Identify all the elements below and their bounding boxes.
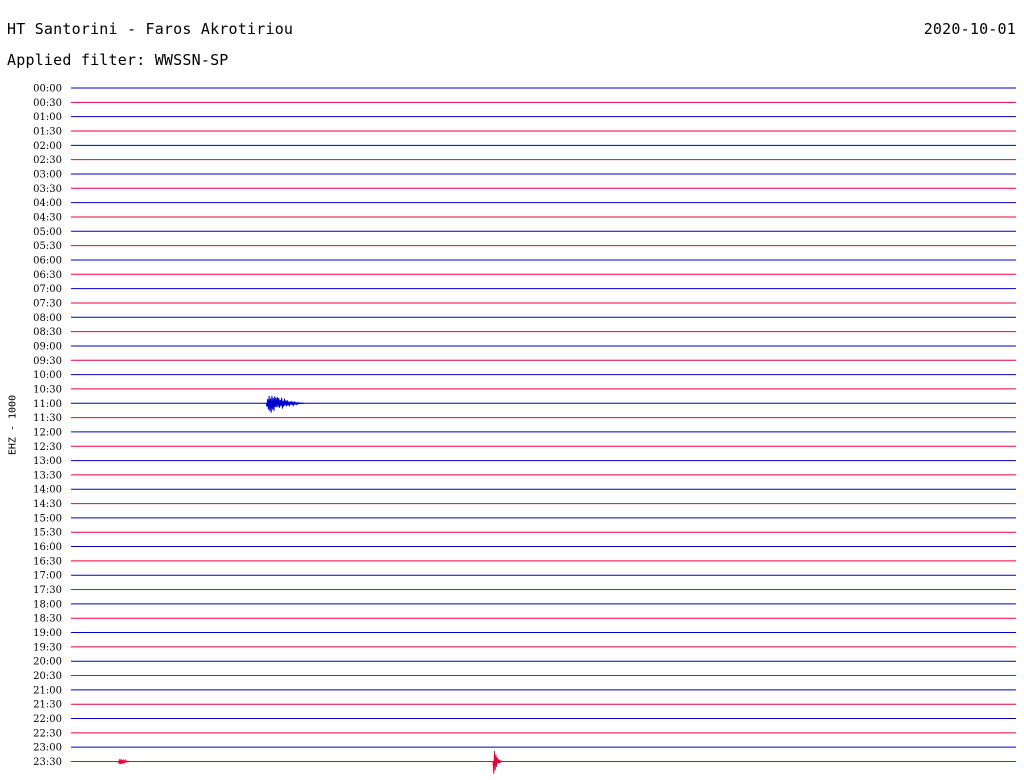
- tick-label: 07:30: [33, 298, 62, 309]
- tick-label: 05:00: [33, 227, 62, 238]
- tick-label: 10:00: [33, 370, 62, 381]
- tick-label: 11:30: [33, 413, 62, 424]
- tick-label: 21:30: [33, 700, 62, 711]
- tick-label: 16:30: [33, 556, 62, 567]
- tick-label: 23:00: [33, 743, 62, 754]
- time-tick-labels: 00:00 00:30 01:00 01:30 02:00 02:30 03:00 03:30…: [33, 84, 62, 769]
- tick-label: 18:00: [33, 599, 62, 610]
- seismic-events: [117, 395, 503, 774]
- tick-label: 23:30: [33, 757, 62, 768]
- tick-label: 09:30: [33, 356, 62, 367]
- seismic-event-1: [265, 395, 305, 413]
- tick-label: 03:00: [33, 169, 62, 180]
- tick-label: 05:30: [33, 241, 62, 252]
- tick-label: 11:00: [33, 399, 62, 410]
- tick-label: 12:00: [33, 427, 62, 438]
- tick-label: 03:30: [33, 184, 62, 195]
- tick-label: 21:00: [33, 685, 62, 696]
- tick-label: 10:30: [33, 384, 62, 395]
- tick-label: 13:30: [33, 470, 62, 481]
- tick-label: 14:00: [33, 485, 62, 496]
- tick-label: 22:00: [33, 714, 62, 725]
- tick-label: 17:30: [33, 585, 62, 596]
- tick-label: 19:00: [33, 628, 62, 639]
- tick-label: 02:30: [33, 155, 62, 166]
- tick-label: 06:30: [33, 270, 62, 281]
- tick-label: 12:30: [33, 442, 62, 453]
- tick-label: 08:00: [33, 313, 62, 324]
- tick-label: 14:30: [33, 499, 62, 510]
- tick-label: 13:00: [33, 456, 62, 467]
- tick-label: 04:30: [33, 212, 62, 223]
- tick-label: 00:30: [33, 98, 62, 109]
- tick-label: 04:00: [33, 198, 62, 209]
- tick-label: 18:30: [33, 614, 62, 625]
- tick-label: 19:30: [33, 642, 62, 653]
- tick-label: 01:30: [33, 126, 62, 137]
- tick-label: 09:00: [33, 341, 62, 352]
- trace-lines: [71, 87, 1016, 763]
- tick-label: 20:30: [33, 671, 62, 682]
- tick-label: 17:00: [33, 571, 62, 582]
- tick-label: 00:00: [33, 84, 62, 95]
- tick-label: 22:30: [33, 728, 62, 739]
- seismic-event-3: [492, 750, 503, 774]
- seismic-event-2: [117, 758, 131, 765]
- helicorder-plot: 00:00 00:30 01:00 01:30 02:00 02:30 03:00 03:30…: [33, 84, 1016, 774]
- tick-label: 20:00: [33, 657, 62, 668]
- tick-label: 07:00: [33, 284, 62, 295]
- tick-label: 01:00: [33, 112, 62, 123]
- tick-label: 02:00: [33, 141, 62, 152]
- tick-label: 15:30: [33, 528, 62, 539]
- tick-label: 08:30: [33, 327, 62, 338]
- tick-label: 16:00: [33, 542, 62, 553]
- tick-label: 06:00: [33, 255, 62, 266]
- tick-label: 15:00: [33, 513, 62, 524]
